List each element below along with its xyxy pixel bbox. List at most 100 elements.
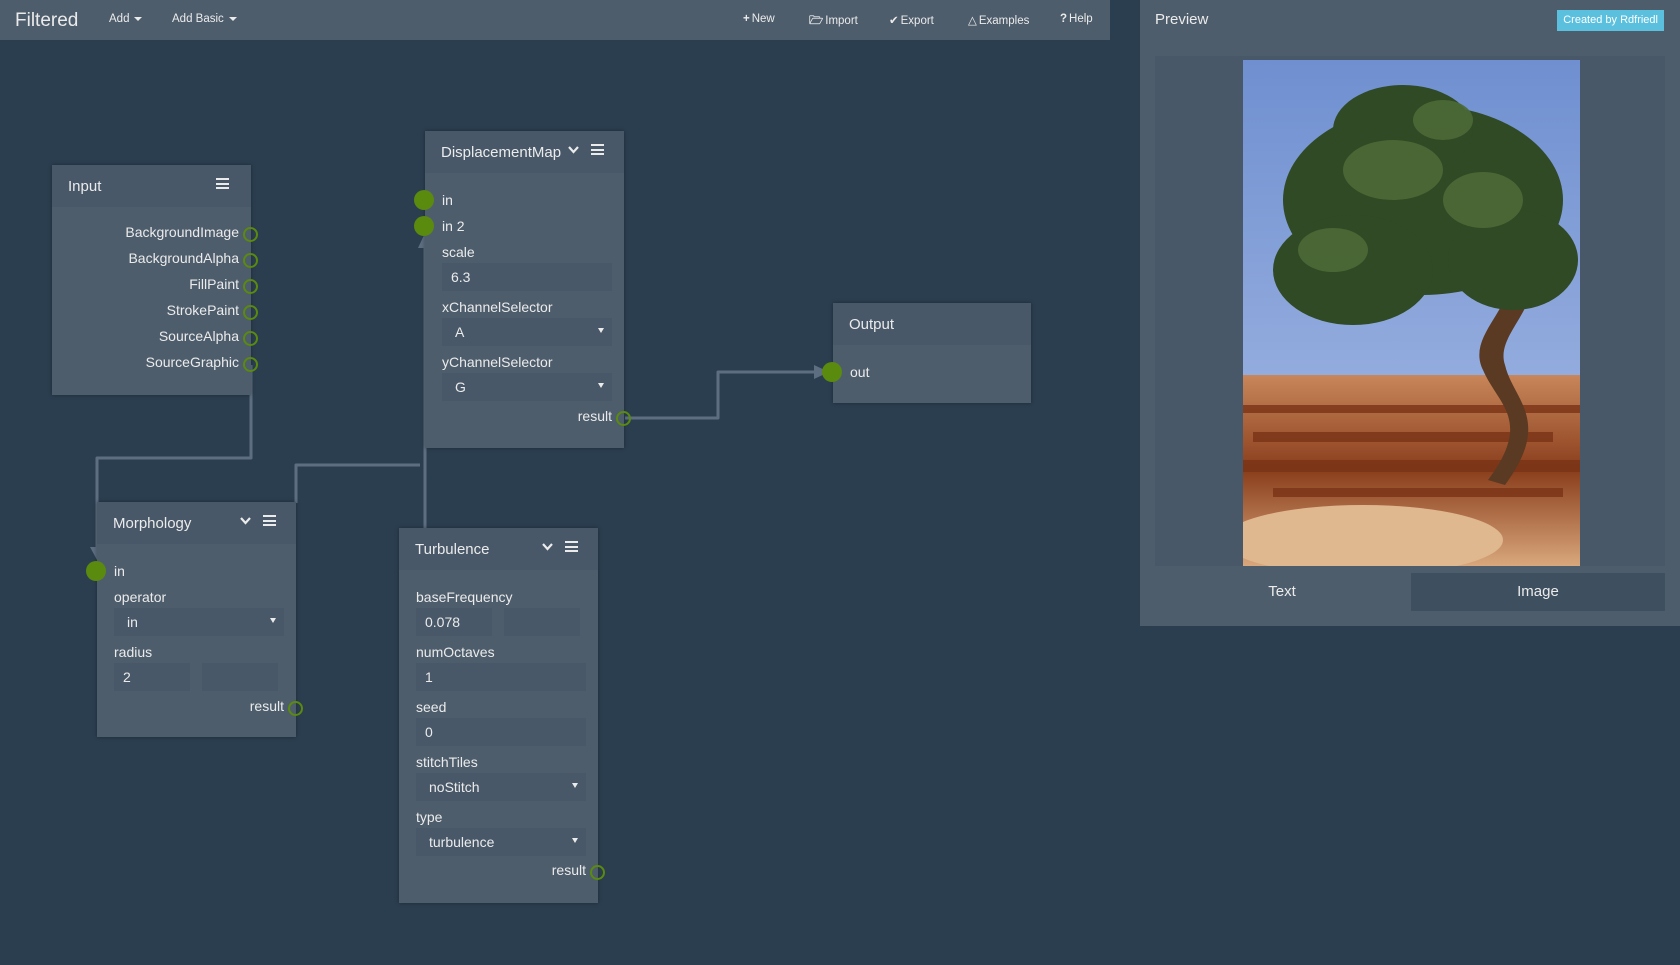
examples-label: Examples (978, 15, 1030, 27)
operator-label: operator (114, 589, 167, 605)
node-title: Input (68, 178, 102, 195)
scale-input[interactable]: 6.3 (442, 263, 612, 291)
seed-label: seed (416, 699, 447, 715)
output-label: BackgroundAlpha (128, 250, 239, 266)
displacement-map-node[interactable]: DisplacementMap in in 2 scale 6.3 xChann… (414, 131, 631, 448)
check-icon: ✔ (889, 15, 899, 27)
ychannel-label: yChannelSelector (442, 354, 553, 370)
radius-label: radius (114, 644, 153, 660)
dropdown-arrow-icon (598, 383, 604, 388)
output-port[interactable] (590, 865, 605, 880)
type-select[interactable]: turbulence (416, 828, 586, 856)
output-port[interactable] (288, 701, 303, 716)
menu-icon[interactable] (565, 541, 578, 554)
output-port[interactable] (243, 331, 258, 346)
dropdown-arrow-icon (572, 783, 578, 788)
output-port[interactable] (243, 279, 258, 294)
output-label: BackgroundImage (125, 224, 239, 240)
output-port[interactable] (616, 411, 631, 426)
chevron-down-icon[interactable] (567, 143, 580, 156)
operator-select[interactable]: in (114, 608, 284, 636)
app-title: Filtered (15, 10, 79, 31)
add-basic-dropdown[interactable]: Add Basic (172, 13, 237, 25)
new-label: New (751, 13, 775, 25)
menu-icon[interactable] (216, 178, 229, 191)
add-dropdown[interactable]: Add (109, 13, 143, 25)
out-label: out (850, 364, 870, 380)
output-label: SourceAlpha (158, 328, 239, 344)
turbulence-node[interactable]: Turbulence baseFrequency 0.078 numOctave… (399, 528, 605, 903)
octaves-label: numOctaves (416, 644, 495, 660)
preview-area (1155, 56, 1665, 566)
morphology-node[interactable]: Morphology in operator in radius 2 resul… (86, 502, 303, 737)
node-title: DisplacementMap (441, 144, 562, 161)
result-label: result (249, 698, 284, 714)
type-value: turbulence (429, 834, 495, 850)
in-label: in (114, 563, 125, 579)
tree-image (1243, 60, 1580, 566)
stitch-select[interactable]: noStitch (416, 773, 586, 801)
input-node[interactable]: Input BackgroundImage BackgroundAlpha Fi… (52, 165, 258, 395)
chevron-down-icon[interactable] (239, 514, 252, 527)
dropdown-arrow-icon (270, 618, 276, 623)
menu-icon[interactable] (591, 144, 604, 157)
help-button[interactable]: ? Help (1060, 13, 1093, 25)
output-label: FillPaint (189, 276, 239, 292)
input-port[interactable] (86, 561, 106, 581)
output-port[interactable] (243, 357, 258, 372)
node-title: Turbulence (415, 541, 490, 558)
preview-title: Preview (1155, 11, 1209, 28)
result-label: result (551, 862, 586, 878)
folder-icon: 🗁 (809, 15, 824, 27)
tab-image[interactable]: Image (1411, 573, 1665, 611)
chevron-down-icon[interactable] (541, 540, 554, 553)
xchannel-label: xChannelSelector (442, 299, 553, 315)
question-icon: ? (1060, 13, 1068, 25)
menu-icon[interactable] (263, 515, 276, 528)
output-port[interactable] (243, 305, 258, 320)
caret-down-icon (134, 16, 143, 21)
radius-y-input[interactable] (202, 663, 278, 691)
input-port[interactable] (414, 190, 434, 210)
result-label: result (577, 408, 612, 424)
input-port[interactable] (414, 216, 434, 236)
preview-panel: Preview Created by Rdfriedl Text Image (1140, 0, 1680, 626)
flask-icon: △ (968, 15, 977, 27)
basefreq-y-input[interactable] (504, 608, 580, 636)
new-button[interactable]: + New (743, 13, 775, 25)
operator-value: in (127, 614, 138, 630)
output-node[interactable]: Output out (822, 303, 1031, 403)
help-label: Help (1069, 13, 1093, 25)
examples-button[interactable]: △ Examples (968, 13, 1029, 27)
dropdown-arrow-icon (598, 328, 604, 333)
plus-icon: + (743, 13, 750, 25)
preview-image (1243, 60, 1580, 566)
dropdown-arrow-icon (572, 838, 578, 843)
xchannel-value: A (455, 324, 465, 340)
output-port[interactable] (243, 227, 258, 242)
export-button[interactable]: ✔ Export (889, 13, 934, 27)
node-title: Morphology (113, 515, 192, 532)
seed-input[interactable]: 0 (416, 718, 586, 746)
output-port[interactable] (243, 253, 258, 268)
add-basic-label: Add Basic (172, 13, 224, 25)
basefreq-x-input[interactable]: 0.078 (416, 608, 492, 636)
octaves-input[interactable]: 1 (416, 663, 586, 691)
output-label: SourceGraphic (145, 354, 239, 370)
import-label: Import (825, 15, 858, 27)
caret-down-icon (228, 16, 237, 21)
wire-displacement-to-output (625, 370, 822, 420)
tab-text[interactable]: Text (1155, 573, 1409, 611)
input-port[interactable] (822, 362, 842, 382)
ychannel-select[interactable]: G (442, 373, 612, 401)
xchannel-select[interactable]: A (442, 318, 612, 346)
credit-badge[interactable]: Created by Rdfriedl (1557, 10, 1664, 31)
in2-label: in 2 (442, 218, 465, 234)
import-button[interactable]: 🗁 Import (809, 13, 858, 32)
type-label: type (416, 809, 443, 825)
stitch-label: stitchTiles (416, 754, 478, 770)
radius-x-input[interactable]: 2 (114, 663, 190, 691)
node-title: Output (849, 316, 895, 333)
top-navbar: Filtered Add Add Basic + New 🗁 Import ✔ Exp… (0, 0, 1110, 40)
scale-label: scale (442, 244, 475, 260)
